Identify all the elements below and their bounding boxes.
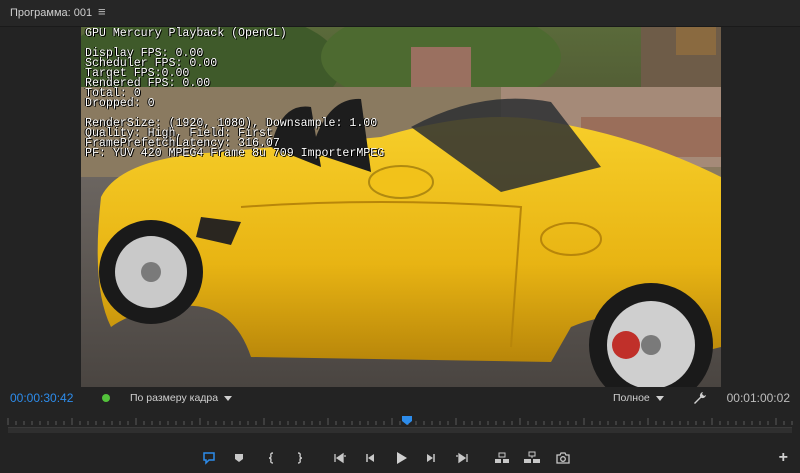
export-frame-icon[interactable] — [553, 448, 573, 468]
playhead[interactable] — [402, 416, 412, 425]
plus-icon[interactable]: + — [779, 449, 788, 467]
go-to-out-icon[interactable] — [452, 448, 472, 468]
duration-timecode: 00:01:00:02 — [726, 391, 790, 405]
status-indicator — [102, 394, 110, 402]
zoom-level-label: По размеру кадра — [130, 392, 219, 404]
lift-icon[interactable] — [492, 448, 512, 468]
playback-quality-dropdown[interactable]: Полное — [613, 392, 664, 404]
panel-header: Программа: 001 ≡ — [0, 0, 800, 27]
mark-in-icon[interactable] — [262, 448, 282, 468]
monitor-controls: 00:00:30:42 По размеру кадра Полное 00:0… — [0, 388, 800, 410]
time-ruler[interactable] — [0, 414, 800, 433]
go-to-in-icon[interactable] — [330, 448, 350, 468]
mark-out-icon[interactable] — [289, 448, 309, 468]
zoom-scrollbar[interactable] — [8, 427, 792, 433]
chevron-down-icon — [224, 395, 233, 401]
program-monitor-viewer[interactable]: GPU Mercury Playback (OpenCL) Display FPS… — [81, 27, 721, 387]
hamburger-icon[interactable]: ≡ — [98, 4, 106, 19]
overlay-line: GPU Mercury Playback (OpenCL) — [85, 27, 287, 40]
current-timecode[interactable]: 00:00:30:42 — [10, 391, 73, 405]
zoom-level-dropdown[interactable]: По размеру кадра — [130, 392, 233, 404]
chevron-down-icon — [655, 395, 664, 401]
transport-controls: + — [0, 446, 800, 470]
overlay-line: Dropped: 0 — [85, 97, 155, 110]
playback-quality-label: Полное — [613, 392, 650, 404]
step-forward-icon[interactable] — [421, 448, 441, 468]
overlay-line: PF: YUV 420 MPEG4 Frame 8u 709 ImporterM… — [85, 147, 385, 160]
add-marker-icon[interactable] — [229, 448, 249, 468]
wrench-icon[interactable] — [693, 391, 707, 410]
panel-title[interactable]: Программа: 001 — [10, 7, 92, 19]
play-icon[interactable] — [391, 448, 411, 468]
playback-stats-overlay: GPU Mercury Playback (OpenCL) Display FPS… — [85, 27, 385, 160]
step-back-icon[interactable] — [360, 448, 380, 468]
extract-icon[interactable] — [522, 448, 542, 468]
comment-marker-icon[interactable] — [199, 448, 219, 468]
